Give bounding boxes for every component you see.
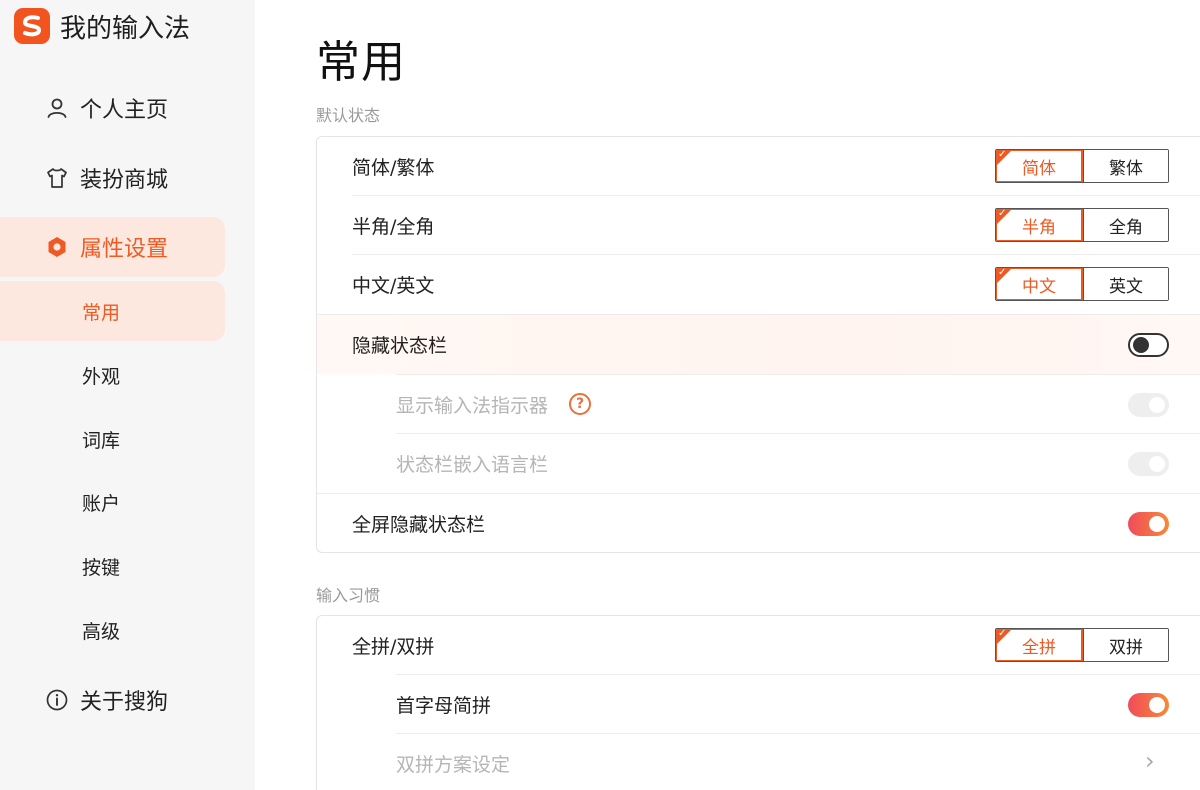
toggle-show-indicator (1128, 393, 1169, 417)
chevron-right-icon: › (1145, 747, 1155, 775)
option-half-width[interactable]: ✓ 半角 (996, 208, 1083, 241)
sidebar-item-label: 个人主页 (80, 98, 169, 123)
toggle-knob (1149, 397, 1165, 413)
toggle-fullscreen-hide-status-bar[interactable] (1128, 512, 1169, 536)
check-icon: ✓ (998, 628, 1007, 639)
hexagon-settings-icon (44, 234, 70, 260)
app-header: 我的输入法 (14, 6, 190, 46)
toggle-hide-status-bar[interactable] (1128, 333, 1169, 357)
toggle-initial-abbreviation[interactable] (1128, 693, 1169, 717)
sidebar-subitem-appearance[interactable]: 外观 (0, 345, 225, 405)
setting-label: 中文/英文 (352, 275, 435, 297)
sidebar-subitem-general[interactable]: 常用 (0, 281, 225, 341)
toggle-knob (1133, 337, 1149, 353)
segmented-chinese-english: ✓ 中文 英文 (995, 267, 1169, 301)
option-full-pinyin[interactable]: ✓ 全拼 (996, 628, 1083, 661)
sidebar-item-label: 关于搜狗 (80, 690, 169, 715)
setting-label: 隐藏状态栏 (352, 335, 448, 357)
sidebar-item-settings[interactable]: 属性设置 (0, 217, 225, 277)
setting-label: 简体/繁体 (352, 157, 435, 179)
option-double-pinyin[interactable]: 双拼 (1083, 629, 1168, 661)
info-icon (44, 687, 70, 713)
option-chinese[interactable]: ✓ 中文 (996, 267, 1083, 300)
sidebar: 我的输入法 个人主页 装扮商城 属性设置 常用 外观 词库 账户 按键 高级 关… (0, 0, 255, 790)
toggle-knob (1149, 516, 1165, 532)
sidebar-item-profile[interactable]: 个人主页 (0, 78, 225, 138)
option-traditional[interactable]: 繁体 (1083, 150, 1168, 182)
option-english[interactable]: 英文 (1083, 268, 1168, 300)
check-icon: ✓ (998, 149, 1007, 160)
setting-label: 显示输入法指示器 (396, 395, 549, 417)
section-label-input-habits: 输入习惯 (316, 586, 381, 605)
sidebar-subitem-account[interactable]: 账户 (0, 472, 225, 532)
setting-label: 全屏隐藏状态栏 (352, 514, 486, 536)
sidebar-subitem-dictionary[interactable]: 词库 (0, 409, 225, 469)
sidebar-item-shop[interactable]: 装扮商城 (0, 148, 225, 208)
setting-row-half-full-width: 半角/全角 ✓ 半角 全角 (317, 196, 1200, 255)
page-title: 常用 (316, 37, 406, 88)
setting-label: 全拼/双拼 (352, 636, 435, 658)
setting-row-double-pinyin-scheme[interactable]: 双拼方案设定 › (317, 734, 1200, 790)
setting-row-embed-language-bar: 状态栏嵌入语言栏 (317, 434, 1200, 493)
section-label-default-state: 默认状态 (316, 106, 381, 125)
toggle-knob (1149, 697, 1165, 713)
shirt-icon (44, 165, 70, 191)
setting-row-initial-abbreviation: 首字母简拼 (317, 675, 1200, 734)
setting-row-hide-status-bar: 隐藏状态栏 (317, 315, 1200, 374)
settings-card-default-state: 简体/繁体 ✓ 简体 繁体 半角/全角 ✓ 半角 全角 中文/英文 ✓ 中文 英文 隐… (316, 136, 1200, 553)
toggle-knob (1149, 456, 1165, 472)
sidebar-subitem-keys[interactable]: 按键 (0, 536, 225, 596)
user-icon (44, 95, 70, 121)
setting-row-simplified-traditional: 简体/繁体 ✓ 简体 繁体 (317, 137, 1200, 196)
setting-row-show-indicator: 显示输入法指示器 ? (317, 375, 1200, 434)
sogou-logo-icon (14, 8, 50, 44)
sidebar-subitem-advanced[interactable]: 高级 (0, 600, 225, 660)
option-simplified[interactable]: ✓ 简体 (996, 149, 1083, 182)
segmented-full-double-pinyin: ✓ 全拼 双拼 (995, 628, 1169, 662)
setting-label: 半角/全角 (352, 216, 435, 238)
sidebar-item-label: 属性设置 (80, 237, 169, 262)
setting-label: 首字母简拼 (396, 695, 492, 717)
check-icon: ✓ (998, 208, 1007, 219)
sidebar-item-about[interactable]: 关于搜狗 (0, 670, 225, 730)
setting-label: 状态栏嵌入语言栏 (396, 454, 549, 476)
toggle-embed-language-bar (1128, 452, 1169, 476)
setting-row-fullscreen-hide-status-bar: 全屏隐藏状态栏 (317, 494, 1200, 552)
setting-row-full-double-pinyin: 全拼/双拼 ✓ 全拼 双拼 (317, 616, 1200, 675)
sidebar-item-label: 装扮商城 (80, 168, 169, 193)
segmented-simplified-traditional: ✓ 简体 繁体 (995, 149, 1169, 183)
settings-card-input-habits: 全拼/双拼 ✓ 全拼 双拼 首字母简拼 双拼方案设定 › (316, 615, 1200, 790)
check-icon: ✓ (998, 267, 1007, 278)
setting-label: 双拼方案设定 (396, 754, 511, 776)
help-icon[interactable]: ? (569, 393, 591, 415)
app-title: 我的输入法 (60, 13, 191, 44)
setting-row-chinese-english: 中文/英文 ✓ 中文 英文 (317, 255, 1200, 314)
option-full-width[interactable]: 全角 (1083, 209, 1168, 241)
segmented-half-full-width: ✓ 半角 全角 (995, 208, 1169, 242)
